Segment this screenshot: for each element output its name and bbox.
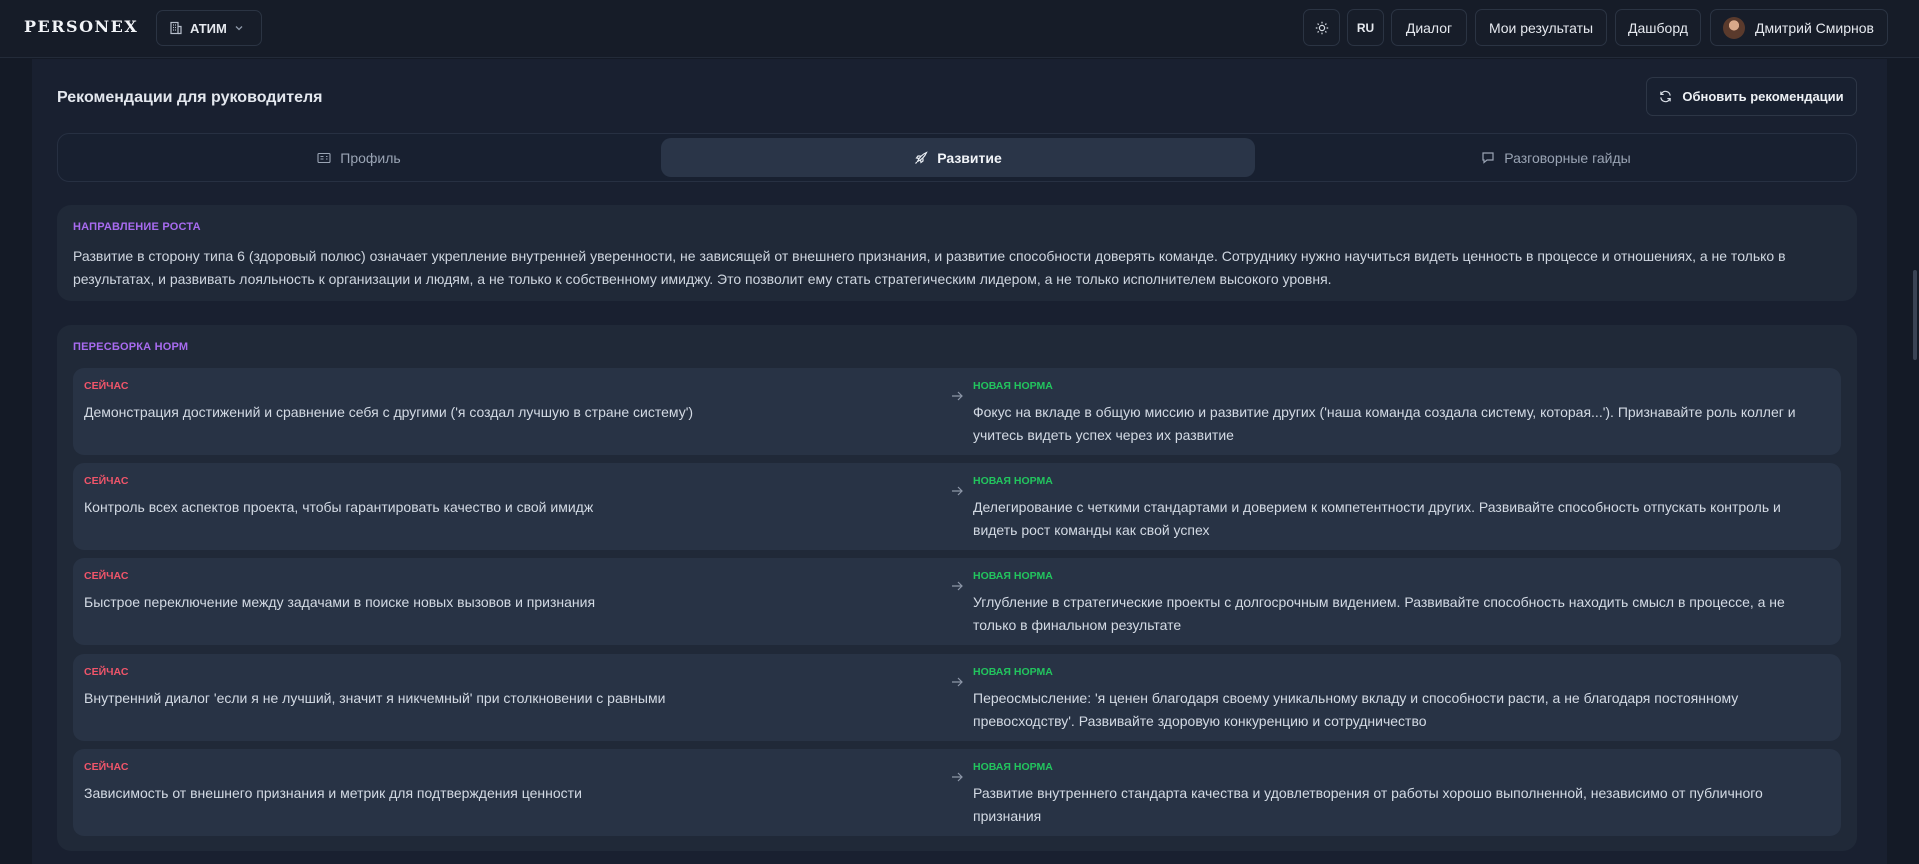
page-title: Рекомендации для руководителя — [57, 89, 323, 106]
tab-profile-label: Профиль — [340, 149, 401, 166]
theme-toggle-button[interactable] — [1303, 9, 1340, 46]
language-button[interactable]: RU — [1347, 9, 1384, 46]
nav-dashboard-button[interactable]: Дашборд — [1615, 9, 1701, 46]
norms-rebuild-card: ПЕРЕСБОРКА НОРМ СЕЙЧАС Демонстрация дост… — [57, 325, 1857, 851]
new-norm-text: Развитие внутреннего стандарта качества … — [973, 785, 1763, 824]
id-card-icon — [317, 152, 331, 163]
current-norm-label: СЕЙЧАС — [84, 761, 129, 773]
arrow-right-icon — [952, 581, 963, 591]
user-menu-button[interactable]: Дмитрий Смирнов — [1710, 9, 1888, 46]
current-norm-text: Быстрое переключение между задачами в по… — [84, 594, 596, 610]
user-name: Дмитрий Смирнов — [1755, 19, 1874, 36]
new-norm-label: НОВАЯ НОРМА — [973, 570, 1053, 582]
current-norm-text: Демонстрация достижений и сравнение себя… — [84, 404, 694, 420]
tab-bar: Профиль Развитие Разговорные гайды — [57, 133, 1857, 182]
new-norm-label: НОВАЯ НОРМА — [973, 666, 1053, 678]
current-norm-text: Контроль всех аспектов проекта, чтобы га… — [84, 499, 594, 515]
refresh-recommendations-label: Обновить рекомендации — [1682, 89, 1844, 104]
arrow-right-icon — [952, 486, 963, 496]
current-norm-label: СЕЙЧАС — [84, 475, 129, 487]
current-norm-text: Внутренний диалог 'если я не лучший, зна… — [84, 690, 666, 706]
rocket-icon — [915, 150, 928, 164]
avatar — [1723, 16, 1745, 39]
norm-row: СЕЙЧАС Контроль всех аспектов проекта, ч… — [73, 463, 1841, 550]
new-norm-text: Углубление в стратегические проекты с до… — [973, 594, 1785, 633]
norm-row: СЕЙЧАС Демонстрация достижений и сравнен… — [73, 368, 1841, 455]
top-bar: PERSONEX АТИМ RU Диалог Мои результаты Д… — [0, 0, 1919, 58]
arrow-right-icon — [952, 772, 963, 782]
growth-direction-text: Развитие в сторону типа 6 (здоровый полю… — [73, 248, 1786, 287]
norm-row: СЕЙЧАС Внутренний диалог 'если я не лучш… — [73, 654, 1841, 741]
new-norm-text: Переосмысление: 'я ценен благодаря своем… — [973, 690, 1739, 729]
current-norm-text: Зависимость от внешнего признания и метр… — [84, 785, 582, 801]
current-norm-label: СЕЙЧАС — [84, 570, 129, 582]
new-norm-label: НОВАЯ НОРМА — [973, 475, 1053, 487]
tab-profile[interactable]: Профиль — [62, 138, 656, 177]
refresh-recommendations-button[interactable]: Обновить рекомендации — [1646, 77, 1857, 116]
tab-conversation-guides-label: Разговорные гайды — [1504, 149, 1631, 166]
norms-rebuild-title: ПЕРЕСБОРКА НОРМ — [73, 341, 189, 353]
arrow-right-icon — [952, 391, 963, 401]
chat-icon — [1482, 152, 1494, 164]
chevron-down-icon — [235, 26, 243, 31]
new-norm-label: НОВАЯ НОРМА — [973, 380, 1053, 392]
tab-development-label: Развитие — [937, 149, 1002, 166]
current-norm-label: СЕЙЧАС — [84, 666, 129, 678]
nav-my-results-button[interactable]: Мои результаты — [1475, 9, 1607, 46]
app-logo[interactable]: PERSONEX — [24, 17, 138, 36]
new-norm-label: НОВАЯ НОРМА — [973, 761, 1053, 773]
building-icon — [170, 21, 182, 35]
tab-development[interactable]: Развитие — [661, 138, 1255, 177]
org-select[interactable]: АТИМ — [156, 10, 262, 46]
norm-row: СЕЙЧАС Быстрое переключение между задача… — [73, 558, 1841, 645]
growth-direction-card: НАПРАВЛЕНИЕ РОСТА Развитие в сторону тип… — [57, 205, 1857, 301]
refresh-icon — [1660, 90, 1672, 103]
org-select-label: АТИМ — [190, 20, 227, 36]
scrollbar-thumb[interactable] — [1913, 270, 1917, 360]
arrow-right-icon — [952, 677, 963, 687]
tab-conversation-guides[interactable]: Разговорные гайды — [1259, 138, 1853, 177]
growth-direction-title: НАПРАВЛЕНИЕ РОСТА — [73, 221, 201, 233]
nav-dialog-button[interactable]: Диалог — [1391, 9, 1467, 46]
sun-icon — [1315, 21, 1328, 34]
current-norm-label: СЕЙЧАС — [84, 380, 129, 392]
new-norm-text: Делегирование с четкими стандартами и до… — [973, 499, 1781, 538]
new-norm-text: Фокус на вкладе в общую миссию и развити… — [973, 404, 1796, 443]
norm-row: СЕЙЧАС Зависимость от внешнего признания… — [73, 749, 1841, 836]
